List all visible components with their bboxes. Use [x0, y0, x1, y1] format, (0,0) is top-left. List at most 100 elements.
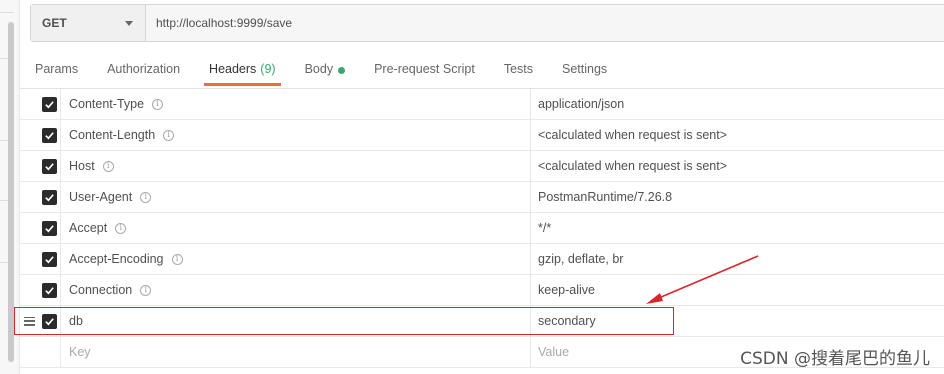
key-placeholder: Key — [69, 345, 91, 359]
header-value-cell[interactable]: secondary — [531, 306, 944, 336]
header-value: keep-alive — [538, 283, 595, 297]
header-key-cell[interactable]: Content-Length i — [60, 120, 531, 150]
tab-params[interactable]: Params — [30, 58, 83, 86]
info-icon[interactable]: i — [140, 284, 152, 296]
header-value-cell[interactable]: */* — [531, 213, 944, 243]
row-check-cell — [38, 182, 60, 212]
new-key-input[interactable]: Key — [60, 337, 531, 367]
request-tabs: Params Authorization Headers (9) Body Pr… — [30, 58, 631, 86]
row-handle — [20, 275, 38, 305]
headers-table: Content-Type i application/json Content-… — [20, 88, 944, 368]
row-handle — [20, 89, 38, 119]
tab-label: Pre-request Script — [374, 62, 475, 76]
method-select[interactable]: GET — [31, 5, 146, 41]
header-value: */* — [538, 221, 552, 235]
header-value-cell[interactable]: <calculated when request is sent> — [531, 120, 944, 150]
checkmark-icon — [44, 286, 54, 294]
gutter-divider — [0, 12, 14, 13]
checkmark-icon — [44, 162, 54, 170]
header-key-cell[interactable]: db — [60, 306, 531, 336]
row-check-cell — [38, 89, 60, 119]
row-checkbox[interactable] — [41, 189, 57, 205]
row-handle — [20, 337, 38, 367]
tab-label: Settings — [562, 62, 608, 76]
header-key-cell[interactable]: Connection i — [60, 275, 531, 305]
row-check-cell — [38, 120, 60, 150]
tab-headers[interactable]: Headers (9) — [204, 58, 281, 86]
checkmark-icon — [44, 131, 54, 139]
tab-tests[interactable]: Tests — [499, 58, 538, 86]
info-icon[interactable]: i — [115, 222, 127, 234]
row-handle — [20, 120, 38, 150]
checkmark-icon — [44, 193, 54, 201]
method-label: GET — [42, 16, 67, 30]
header-key: Host — [69, 159, 95, 173]
url-input[interactable]: http://localhost:9999/save — [146, 5, 944, 41]
header-value-cell[interactable]: application/json — [531, 89, 944, 119]
header-value: gzip, deflate, br — [538, 252, 624, 266]
tab-label: Authorization — [107, 62, 181, 76]
header-key: db — [69, 314, 83, 328]
row-checkbox[interactable] — [41, 127, 57, 143]
header-value: <calculated when request is sent> — [538, 128, 728, 142]
table-row: Content-Length i <calculated when reques… — [20, 120, 944, 151]
checkmark-icon — [44, 100, 54, 108]
tab-label: Params — [35, 62, 79, 76]
tab-label: Body — [304, 62, 334, 76]
info-icon[interactable]: i — [171, 253, 183, 265]
checkmark-icon — [44, 224, 54, 232]
row-handle — [20, 213, 38, 243]
row-check-cell — [38, 337, 60, 367]
row-check-cell — [38, 244, 60, 274]
row-checkbox[interactable] — [41, 220, 57, 236]
row-drag-handle[interactable] — [20, 306, 38, 336]
row-checkbox[interactable] — [41, 251, 57, 267]
row-checkbox[interactable] — [41, 158, 57, 174]
row-handle — [20, 151, 38, 181]
header-value: <calculated when request is sent> — [538, 159, 728, 173]
table-row: Accept-Encoding i gzip, deflate, br — [20, 244, 944, 275]
header-value-cell[interactable]: PostmanRuntime/7.26.8 — [531, 182, 944, 212]
headers-count-badge: (9) — [260, 62, 276, 76]
sidebar-scrollbar[interactable] — [8, 22, 14, 362]
info-icon[interactable]: i — [163, 129, 175, 141]
row-checkbox[interactable] — [41, 96, 57, 112]
header-value-cell[interactable]: gzip, deflate, br — [531, 244, 944, 274]
row-checkbox[interactable] — [41, 313, 57, 329]
drag-handle-icon — [23, 316, 35, 326]
tab-body[interactable]: Body — [300, 58, 351, 86]
tab-label: Tests — [503, 62, 533, 76]
tab-authorization[interactable]: Authorization — [102, 58, 185, 86]
header-key-cell[interactable]: User-Agent i — [60, 182, 531, 212]
url-text: http://localhost:9999/save — [156, 16, 293, 30]
row-checkbox[interactable] — [41, 282, 57, 298]
info-icon[interactable]: i — [152, 98, 164, 110]
header-key: Content-Type — [69, 97, 145, 111]
header-key: Connection — [69, 283, 133, 297]
table-row: db secondary — [20, 306, 944, 337]
tab-pre-request-script[interactable]: Pre-request Script — [369, 58, 480, 86]
header-value-cell[interactable]: keep-alive — [531, 275, 944, 305]
header-key-cell[interactable]: Content-Type i — [60, 89, 531, 119]
header-value-cell[interactable]: <calculated when request is sent> — [531, 151, 944, 181]
info-icon[interactable]: i — [140, 191, 152, 203]
table-row: Host i <calculated when request is sent> — [20, 151, 944, 182]
value-placeholder: Value — [538, 345, 570, 359]
header-key: User-Agent — [69, 190, 133, 204]
header-value: secondary — [538, 314, 596, 328]
table-row: Content-Type i application/json — [20, 89, 944, 120]
row-check-cell — [38, 213, 60, 243]
table-row: User-Agent i PostmanRuntime/7.26.8 — [20, 182, 944, 213]
header-key: Accept — [69, 221, 108, 235]
header-key-cell[interactable]: Accept-Encoding i — [60, 244, 531, 274]
row-check-cell — [38, 151, 60, 181]
header-key-cell[interactable]: Accept i — [60, 213, 531, 243]
row-handle — [20, 182, 38, 212]
table-row: Connection i keep-alive — [20, 275, 944, 306]
row-check-cell — [38, 275, 60, 305]
tab-settings[interactable]: Settings — [557, 58, 612, 86]
header-value: PostmanRuntime/7.26.8 — [538, 190, 673, 204]
info-icon[interactable]: i — [102, 160, 114, 172]
checkmark-icon — [44, 317, 54, 325]
header-key-cell[interactable]: Host i — [60, 151, 531, 181]
